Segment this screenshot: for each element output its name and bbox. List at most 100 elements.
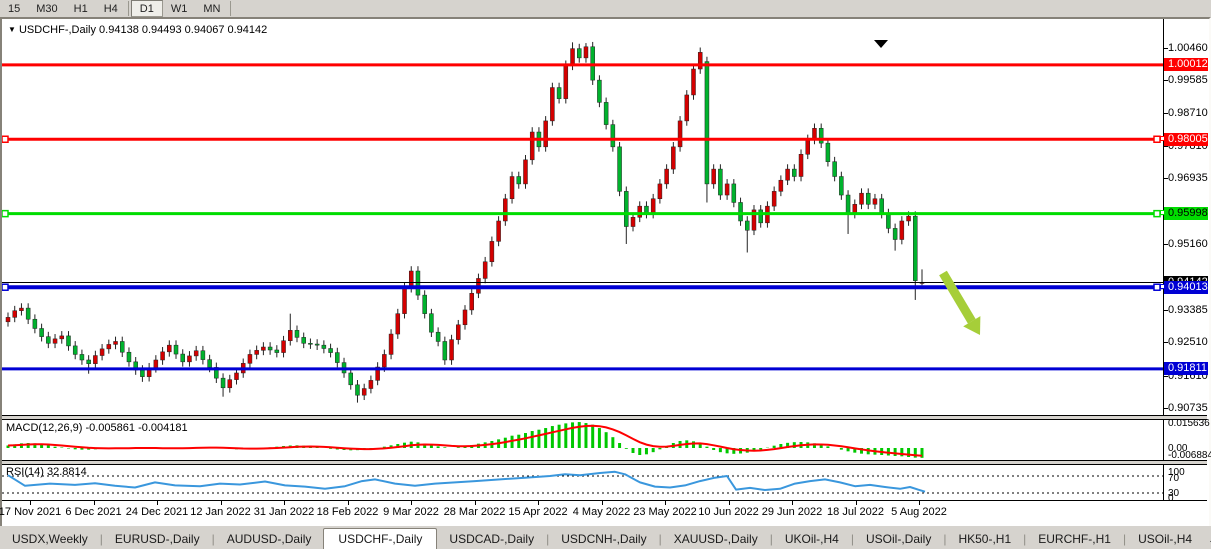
tab-eurusd-daily[interactable]: EURUSD-,Daily [103, 529, 212, 549]
line-price-label-0.95998: 0.95998 [1164, 207, 1208, 220]
candle [322, 345, 326, 348]
tab-xauusd-daily[interactable]: XAUUSD-,Daily [662, 529, 770, 549]
candle [530, 132, 534, 160]
time-tick-mark [157, 501, 158, 505]
chart-collapse-icon[interactable]: ▼ [8, 25, 16, 34]
candle [349, 373, 353, 385]
macd-pane: MACD(12,26,9) -0.005861 -0.004181 [2, 420, 1163, 460]
candle [389, 334, 393, 354]
candle [718, 169, 722, 195]
time-axis[interactable]: 17 Nov 20216 Dec 202124 Dec 202112 Jan 2… [2, 500, 1207, 524]
time-tick-mark [94, 501, 95, 505]
time-tick-label: 4 May 2022 [573, 506, 630, 518]
candle [678, 121, 682, 147]
candle [429, 314, 433, 333]
candle [739, 202, 743, 221]
tab-usdx-weekly[interactable]: USDX,Weekly [0, 529, 100, 549]
tab-usoil-daily[interactable]: USOil-,Daily [854, 529, 943, 549]
candle [93, 356, 97, 364]
candle [329, 348, 333, 352]
timeframe-button-h1[interactable]: H1 [66, 0, 96, 17]
candle [772, 191, 776, 206]
tab-hk50-h1[interactable]: HK50-,H1 [946, 529, 1023, 549]
candle [860, 193, 864, 204]
candle [66, 336, 70, 346]
tab-usdcad-daily[interactable]: USDCAD-,Daily [437, 529, 546, 549]
candle [80, 354, 84, 360]
candle [490, 241, 494, 261]
candle [893, 228, 897, 239]
candle [819, 128, 823, 143]
candle [282, 341, 286, 353]
timeframe-button-15[interactable]: 15 [0, 0, 28, 17]
candle [604, 102, 608, 124]
candle [907, 216, 911, 221]
candle [611, 125, 615, 147]
chart-symbol-label: USDCHF-,Daily [19, 24, 96, 36]
time-tick-mark [348, 501, 349, 505]
candle [33, 319, 37, 328]
candle [221, 378, 225, 388]
line-handle[interactable] [2, 284, 8, 290]
axis-tick-label: 0.93385 [1168, 304, 1208, 317]
line-handle[interactable] [1160, 210, 1165, 215]
candle [544, 121, 548, 147]
axis-tick-label: 0.99585 [1168, 74, 1208, 87]
time-tick-label: 28 Mar 2022 [444, 506, 506, 518]
tab-audusd-daily[interactable]: AUDUSD-,Daily [215, 529, 324, 549]
candle [651, 199, 655, 214]
candle [423, 295, 427, 314]
candle [712, 169, 716, 184]
time-tick-mark [411, 501, 412, 505]
tab-usoil-h4[interactable]: USOil-,H4 [1126, 529, 1204, 549]
tab-ukoil-h4[interactable]: UKOil-,H4 [773, 529, 851, 549]
candle [416, 271, 420, 295]
candle [631, 217, 635, 226]
time-tick-mark [284, 501, 285, 505]
line-handle[interactable] [1160, 136, 1165, 141]
toolbar-separator [128, 1, 129, 16]
candle [308, 343, 312, 344]
candle [60, 336, 64, 339]
candle [624, 191, 628, 226]
candle [355, 385, 359, 395]
candle [597, 80, 601, 102]
candle [107, 344, 111, 348]
candle [268, 347, 272, 350]
time-tick-mark [856, 501, 857, 505]
candle [315, 344, 319, 345]
tab-usdcnh-daily[interactable]: USDCNH-,Daily [549, 529, 658, 549]
timeframe-button-mn[interactable]: MN [195, 0, 228, 17]
candle [564, 65, 568, 98]
candle [187, 356, 191, 362]
timeframe-button-w1[interactable]: W1 [163, 0, 196, 17]
candle [369, 380, 373, 388]
time-tick-label: 12 Jan 2022 [190, 506, 251, 518]
tab-eurchf-h1[interactable]: EURCHF-,H1 [1026, 529, 1123, 549]
candle [436, 332, 440, 341]
candle [900, 221, 904, 240]
axis-tick-label: 0.96935 [1168, 172, 1208, 185]
price-pane: ▼ USDCHF-,Daily 0.94138 0.94493 0.94067 … [2, 19, 1163, 415]
line-handle[interactable] [1160, 284, 1165, 289]
candle [443, 341, 447, 360]
line-handle[interactable] [2, 136, 8, 142]
timeframe-button-m30[interactable]: M30 [28, 0, 65, 17]
line-price-label-1.00012: 1.00012 [1164, 58, 1208, 71]
macd-axis[interactable]: 0.0156360.00-0.006884 [1163, 420, 1208, 460]
time-tick-label: 31 Jan 2022 [254, 506, 315, 518]
line-handle[interactable] [2, 211, 8, 217]
price-axis[interactable]: 1.004600.995850.987100.978100.969350.951… [1163, 19, 1208, 415]
candle [671, 147, 675, 169]
candle [396, 314, 400, 334]
candle [550, 88, 554, 121]
tab-usdchf-daily[interactable]: USDCHF-,Daily [323, 528, 437, 549]
candle [450, 340, 454, 360]
candle [248, 354, 252, 363]
time-tick-label: 6 Dec 2021 [65, 506, 121, 518]
candle [692, 69, 696, 95]
timeframe-button-h4[interactable]: H4 [96, 0, 126, 17]
timeframe-button-d1[interactable]: D1 [131, 0, 163, 17]
rsi-axis[interactable]: 10070300 [1163, 465, 1208, 500]
candle [26, 308, 30, 319]
